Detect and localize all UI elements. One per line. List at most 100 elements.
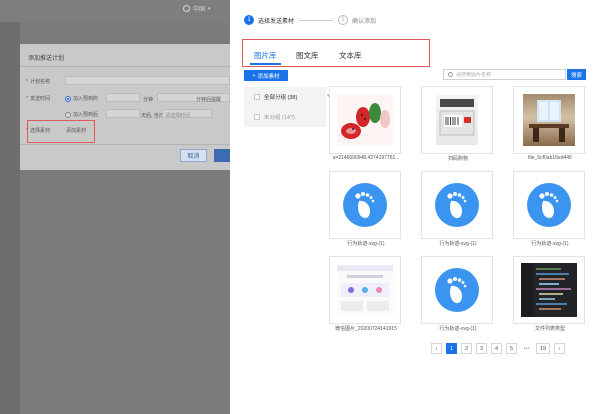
search-button[interactable]: 搜索 (567, 69, 586, 80)
send-time-row: * 发送时间 (26, 95, 50, 103)
image-card[interactable]: 行为轨迹-svg-(1) (513, 171, 585, 249)
step-1-label: 选择发送素材 (258, 18, 295, 25)
group-item-all[interactable]: 全部分组 (38) (254, 93, 297, 101)
dialog-divider (20, 66, 230, 67)
room-photo (523, 94, 575, 146)
group-all-label: 全部分组 (38) (264, 95, 298, 101)
image-caption: 行为轨迹-svg-(1) (531, 241, 569, 247)
tab-text-library[interactable]: 文本库 (339, 50, 362, 61)
confirm-button[interactable] (214, 149, 230, 162)
group-checkbox[interactable] (254, 94, 260, 100)
step-connector (299, 19, 334, 21)
option-immediate-label: 加入预到的 (73, 96, 99, 102)
chevron-down-icon: ▾ (208, 5, 211, 12)
page-button[interactable]: 1 (446, 343, 457, 354)
tab-article-library[interactable]: 图文库 (296, 50, 319, 61)
plan-name-input[interactable] (65, 76, 230, 85)
image-card[interactable]: 行为轨迹-svg-(1) (421, 171, 493, 249)
code-screenshot (521, 263, 577, 317)
page-ellipsis[interactable]: ••• (521, 343, 532, 354)
page-button[interactable]: 4 (491, 343, 502, 354)
reminder-suffix: 分钟后提醒 (196, 97, 222, 103)
days-input[interactable] (106, 109, 140, 118)
plan-name-label: 计划名称 (29, 79, 50, 85)
footprint-icon (343, 183, 387, 227)
scan-product-photo (436, 95, 478, 145)
send-time-label: 发送时间 (29, 96, 50, 102)
image-thumbnail[interactable] (421, 256, 493, 324)
next-page-button[interactable]: › (554, 343, 565, 354)
image-caption: 行为轨迹-svg-(1) (439, 326, 477, 332)
add-material-label: 添加素材 (257, 73, 280, 80)
plus-icon: + (252, 72, 256, 79)
image-card[interactable]: u=2146690948,4274197751... (329, 86, 401, 164)
step-2-label: 确认添加 (352, 18, 377, 25)
image-thumbnail[interactable] (513, 256, 585, 324)
radio-scheduled[interactable] (65, 111, 71, 118)
webpage-screenshot (337, 265, 393, 315)
step-1-number: 1 (244, 15, 254, 25)
image-caption: 文件列表类型 (534, 326, 565, 332)
language-selector: 中国 ▾ (183, 4, 211, 13)
library-tabs: 图片库 图文库 文本库 (242, 39, 430, 67)
minutes-unit: 分钟 (143, 97, 154, 103)
dialog-title: 添加推送计划 (28, 56, 65, 62)
option-scheduled[interactable]: 加入预到后 (65, 111, 98, 118)
image-caption: file_5cf0ab16ed445 (528, 155, 572, 161)
material-drawer: 1 选择发送素材 2 确认添加 图片库 图文库 文本库 + 添加素材 搜索 全部… (230, 0, 600, 414)
image-thumbnail[interactable] (513, 86, 585, 154)
steps-indicator: 1 选择发送素材 2 确认添加 (244, 15, 376, 25)
image-card[interactable]: 行为轨迹-svg-(1) (329, 171, 401, 249)
group-panel: 全部分组 (38) ▾ 未分组 (14?) (244, 87, 330, 127)
option-scheduled-label: 加入预到后 (73, 112, 99, 118)
image-card[interactable]: 微信图片_20200724141915 (329, 256, 401, 334)
pagination: ‹ 1 2 3 4 5 ••• 19 › (431, 343, 565, 354)
image-thumbnail[interactable] (329, 86, 401, 154)
page-button[interactable]: 3 (476, 343, 487, 354)
footprint-icon (435, 183, 479, 227)
tab-image-library[interactable]: 图片库 (254, 50, 277, 61)
image-card[interactable]: 行为轨迹-svg-(1) (421, 256, 493, 334)
minutes-input[interactable] (106, 93, 140, 102)
image-thumbnail[interactable] (329, 171, 401, 239)
image-card[interactable]: 文件列表类型 (513, 256, 585, 334)
page-button[interactable]: 2 (461, 343, 472, 354)
footprint-icon (527, 183, 571, 227)
add-material-button[interactable]: + 添加素材 (244, 70, 288, 81)
image-card[interactable]: file_5cf0ab16ed445 (513, 86, 585, 164)
time-picker-placeholder: 请选择时间 (165, 113, 191, 119)
footprint-icon (435, 268, 479, 312)
search-input[interactable] (456, 71, 556, 78)
highlight-box-material (27, 120, 95, 143)
image-thumbnail[interactable] (421, 171, 493, 239)
language-label: 中国 (193, 7, 206, 13)
search-box (443, 69, 566, 80)
group-item-ungrouped[interactable]: 未分组 (14?) (254, 113, 295, 121)
option-immediate[interactable]: 加入预到的 (65, 95, 98, 102)
image-thumbnail[interactable] (513, 171, 585, 239)
days-unit: 天后, 当日 (141, 113, 164, 119)
image-card[interactable]: 扫码购物 (421, 86, 493, 164)
background-sidebar (0, 22, 20, 414)
image-caption: 微信图片_20200724141915 (335, 326, 397, 332)
radio-immediate[interactable] (65, 95, 71, 102)
cancel-button[interactable]: 取消 (180, 149, 207, 162)
active-tab-indicator (250, 63, 281, 65)
group-checkbox[interactable] (254, 114, 260, 120)
dialog-footer-divider (20, 144, 230, 145)
nails-photo (337, 95, 393, 145)
last-page-button[interactable]: 19 (536, 343, 550, 354)
plan-name-row: * 计划名称 (26, 78, 50, 86)
search-icon (448, 72, 453, 77)
image-caption: 行为轨迹-svg-(1) (347, 241, 385, 247)
image-caption: u=2146690948,4274197751... (332, 155, 400, 161)
globe-icon (183, 5, 190, 12)
step-2-number: 2 (338, 15, 349, 25)
image-thumbnail[interactable] (329, 256, 401, 324)
page-button[interactable]: 5 (506, 343, 517, 354)
group-ungrouped-label: 未分组 (14?) (264, 115, 295, 121)
image-thumbnail[interactable] (421, 86, 493, 154)
image-caption: 扫码购物 (447, 156, 468, 162)
image-caption: 行为轨迹-svg-(1) (439, 241, 477, 247)
prev-page-button[interactable]: ‹ (431, 343, 442, 354)
